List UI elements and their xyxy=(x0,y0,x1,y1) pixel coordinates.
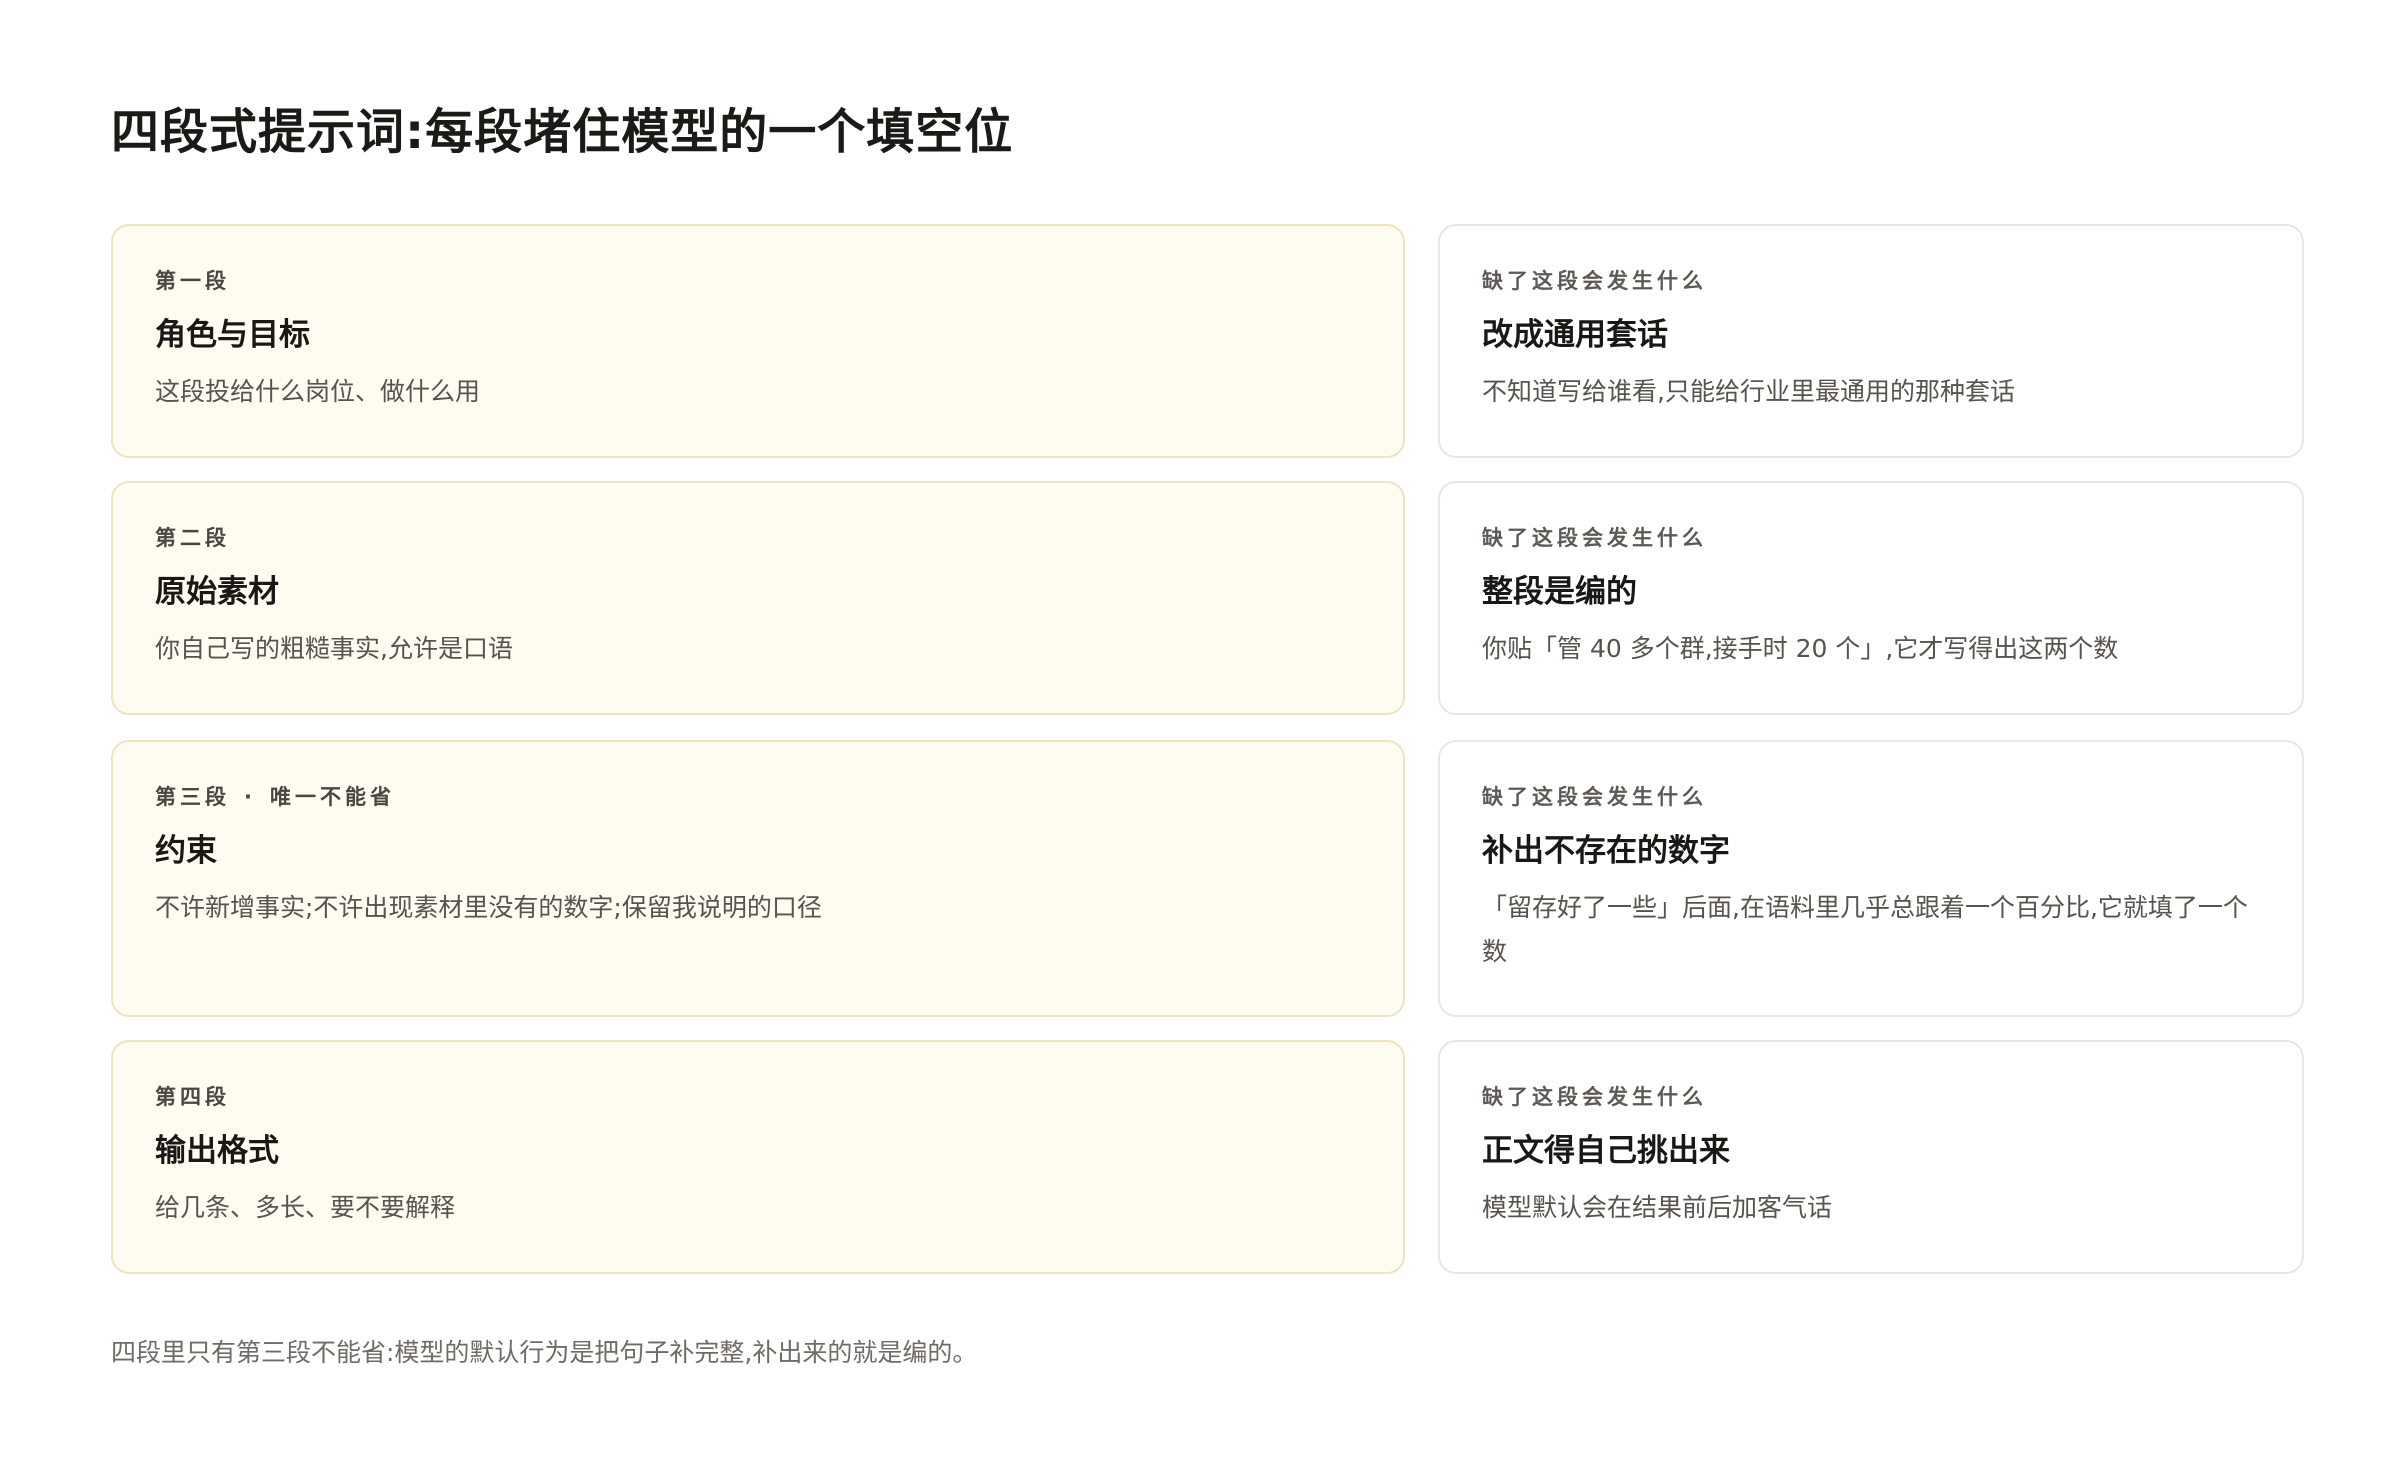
segment-heading: 输出格式 xyxy=(155,1133,279,1169)
segment-tag: 第一段 xyxy=(155,269,230,293)
segment-description: 给几条、多长、要不要解释 xyxy=(155,1193,456,1222)
footnote: 四段里只有第三段不能省:模型的默认行为是把句子补完整,补出来的就是编的。 xyxy=(111,1338,978,1367)
effect-tag: 缺了这段会发生什么 xyxy=(1482,1085,1707,1109)
segment-card-2: 第二段 原始素材 你自己写的粗糙事实,允许是口语 xyxy=(111,481,1405,715)
effect-heading: 正文得自己挑出来 xyxy=(1482,1133,1730,1169)
effect-card-3: 缺了这段会发生什么 补出不存在的数字 「留存好了一些」后面,在语料里几乎总跟着一… xyxy=(1438,740,2304,1017)
effect-description: 不知道写给谁看,只能给行业里最通用的那种套话 xyxy=(1482,377,2015,406)
segment-tag: 第四段 xyxy=(155,1085,230,1109)
separator-dot: · xyxy=(244,785,256,809)
segment-tag: 第三段 · 唯一不能省 xyxy=(155,782,1361,812)
segment-card-1: 第一段 角色与目标 这段投给什么岗位、做什么用 xyxy=(111,224,1405,458)
segment-heading: 角色与目标 xyxy=(155,317,310,353)
effect-heading: 补出不存在的数字 xyxy=(1482,833,1730,869)
effect-heading: 整段是编的 xyxy=(1482,574,1637,610)
effect-description: 你贴「管 40 多个群,接手时 20 个」,它才写得出这两个数 xyxy=(1482,634,2119,663)
effect-card-2: 缺了这段会发生什么 整段是编的 你贴「管 40 多个群,接手时 20 个」,它才… xyxy=(1438,481,2304,715)
effect-card-1: 缺了这段会发生什么 改成通用套话 不知道写给谁看,只能给行业里最通用的那种套话 xyxy=(1438,224,2304,458)
segment-tag-extra: 唯一不能省 xyxy=(269,785,395,809)
effect-description: 模型默认会在结果前后加客气话 xyxy=(1482,1193,1833,1222)
effect-heading: 改成通用套话 xyxy=(1482,317,1668,353)
segment-description: 你自己写的粗糙事实,允许是口语 xyxy=(155,634,513,663)
effect-tag: 缺了这段会发生什么 xyxy=(1482,269,1707,293)
effect-description: 「留存好了一些」后面,在语料里几乎总跟着一个百分比,它就填了一个数 xyxy=(1482,893,2248,966)
effect-card-4: 缺了这段会发生什么 正文得自己挑出来 模型默认会在结果前后加客气话 xyxy=(1438,1040,2304,1274)
effect-tag: 缺了这段会发生什么 xyxy=(1482,526,1707,550)
segment-description: 这段投给什么岗位、做什么用 xyxy=(155,377,481,406)
page: 四段式提示词:每段堵住模型的一个填空位 第一段 角色与目标 这段投给什么岗位、做… xyxy=(0,0,2400,1457)
page-title: 四段式提示词:每段堵住模型的一个填空位 xyxy=(111,104,1014,160)
segment-card-3: 第三段 · 唯一不能省 约束 不许新增事实;不许出现素材里没有的数字;保留我说明的口… xyxy=(111,740,1405,1017)
segment-heading: 原始素材 xyxy=(155,574,279,610)
segment-heading: 约束 xyxy=(155,833,217,869)
segment-description: 不许新增事实;不许出现素材里没有的数字;保留我说明的口径 xyxy=(155,893,822,922)
segment-tag: 第二段 xyxy=(155,526,230,550)
effect-tag: 缺了这段会发生什么 xyxy=(1482,785,1707,809)
segment-card-4: 第四段 输出格式 给几条、多长、要不要解释 xyxy=(111,1040,1405,1274)
